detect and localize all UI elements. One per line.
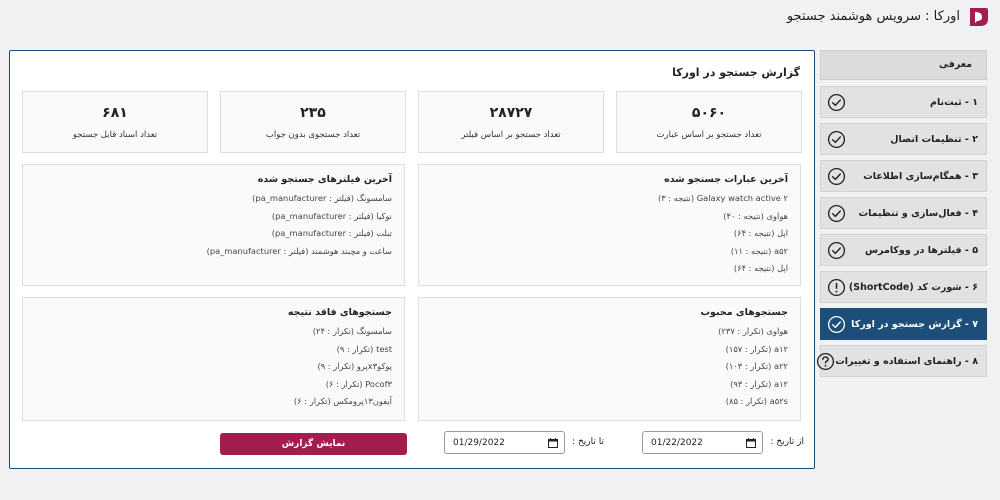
list-item: پوکوx۳پرو (تکرار : ۹)	[317, 361, 392, 371]
to-date-input[interactable]: 01/29/2022	[444, 431, 565, 454]
to-date-value: 01/29/2022	[453, 437, 505, 448]
list-item: آیفون۱۳پرومکس (تکرار : ۶)	[293, 396, 392, 406]
sidebar-item-label: ۱ - ثبت‌نام	[930, 96, 978, 108]
list-item: نوکیا (فیلتر : pa_manufacturer)	[271, 210, 392, 221]
stat-value: ۲۸۷۲۷	[489, 105, 533, 121]
stat-value: ۶۸۱	[102, 105, 128, 121]
calendar-icon[interactable]	[746, 437, 756, 448]
report-panel: گزارش جستجو در اورکا ۵۰۶۰ تعداد جستجو بر…	[9, 50, 815, 469]
stat-value: ۲۳۵	[300, 105, 326, 121]
sidebar-item-label: ۷ - گزارش جستجو در اورکا	[851, 318, 978, 330]
popular-searches-title: جستجوهای محبوب	[700, 307, 788, 318]
latest-phrases-title: آخرین عبارات جستجو شده	[664, 174, 788, 185]
from-date-value: 01/22/2022	[651, 437, 703, 448]
check-circle-icon	[827, 130, 846, 149]
list-item: سامسونگ (تکرار : ۲۴)	[312, 326, 392, 336]
check-circle-icon	[827, 315, 846, 334]
latest-filters-box: آخرین فیلترهای جستجو شده سامسونگ (فیلتر …	[22, 164, 405, 286]
list-item: a۵۲ (نتیجه : ۱۱)	[730, 245, 788, 256]
stat-card-no-result-searches: ۲۳۵ تعداد جستجوی بدون جواب	[220, 91, 406, 153]
calendar-icon[interactable]	[548, 437, 558, 448]
list-item: هواوی (نتیجه : ۴۰)	[723, 210, 788, 221]
list-item: هواوی (تکرار : ۲۳۷)	[718, 326, 788, 336]
sidebar-item-label: ۵ - فیلترها در ووکامرس	[864, 244, 978, 256]
list-item: ساعت و مچبند هوشمند (فیلتر : pa_manufact…	[206, 245, 392, 256]
sidebar-item-label: ۶ - شورت کد (ShortCode)	[848, 281, 978, 293]
list-item: Galaxy watch active ۲ (نتیجه : ۳)	[657, 193, 788, 203]
stat-value: ۵۰۶۰	[691, 105, 727, 121]
sidebar-item-8[interactable]: ۸ - راهنمای استفاده و تغییرات	[817, 345, 987, 377]
sidebar-item-1[interactable]: ۱ - ثبت‌نام	[820, 86, 987, 118]
question-circle-icon	[816, 352, 835, 371]
exclamation-circle-icon	[827, 278, 846, 297]
sidebar-item-label: ۲ - تنظیمات اتصال	[890, 133, 978, 145]
no-result-searches-title: جستجوهای فاقد نتیجه	[287, 307, 392, 318]
sidebar-item-7[interactable]: ۷ - گزارش جستجو در اورکا	[820, 308, 987, 340]
sidebar-item-6[interactable]: ۶ - شورت کد (ShortCode)	[820, 271, 987, 303]
sidebar-item-5[interactable]: ۵ - فیلترها در ووکامرس	[820, 234, 987, 266]
show-report-button[interactable]: نمایش گزارش	[220, 433, 407, 455]
list-item: اپل (نتیجه : ۶۴)	[733, 263, 788, 273]
sidebar-item-3[interactable]: ۳ - همگام‌سازی اطلاعات	[820, 160, 987, 192]
list-item: test (تکرار : ۹)	[336, 343, 392, 354]
stat-label: تعداد اسناد قابل جستجو	[72, 130, 158, 140]
list-item: a۱۲ (تکرار : ۹۳)	[730, 378, 788, 389]
check-circle-icon	[827, 167, 846, 186]
orca-logo-icon	[970, 8, 988, 26]
list-item: a۵۲s (تکرار : ۸۵)	[725, 396, 788, 406]
list-item: Pocof۳ (تکرار : ۶)	[325, 378, 392, 389]
sidebar-header-intro[interactable]: معرفی	[820, 50, 987, 80]
app-title: اورکا : سرویس هوشمند جستجو	[786, 9, 960, 24]
page-title: گزارش جستجو در اورکا	[672, 66, 800, 79]
to-date-label: تا تاریخ :	[572, 437, 604, 447]
check-circle-icon	[827, 204, 846, 223]
no-result-searches-box: جستجوهای فاقد نتیجه سامسونگ (تکرار : ۲۴)…	[22, 297, 405, 421]
check-circle-icon	[827, 241, 846, 260]
stat-label: تعداد جستجو بر اساس عبارت	[656, 130, 762, 140]
sidebar-item-2[interactable]: ۲ - تنظیمات اتصال	[820, 123, 987, 155]
stat-label: تعداد جستجوی بدون جواب	[265, 130, 361, 140]
list-item: اپل (نتیجه : ۶۴)	[733, 228, 788, 238]
list-item: تبلت (فیلتر : pa_manufacturer)	[271, 228, 392, 238]
list-item: سامسونگ (فیلتر : pa_manufacturer)	[252, 193, 392, 203]
stat-card-searchable-documents: ۶۸۱ تعداد اسناد قابل جستجو	[22, 91, 208, 153]
popular-searches-box: جستجوهای محبوب هواوی (تکرار : ۲۳۷) a۱۲ (ت…	[418, 297, 801, 421]
list-item: a۱۲ (تکرار : ۱۵۷)	[725, 343, 788, 354]
from-date-input[interactable]: 01/22/2022	[642, 431, 763, 454]
sidebar-item-4[interactable]: ۴ - فعال‌سازی و تنظیمات	[820, 197, 987, 229]
sidebar: معرفی ۱ - ثبت‌نام ۲ - تنظیمات اتصال ۳ - هم…	[817, 50, 987, 382]
stat-label: تعداد جستجو بر اساس فیلتر	[461, 130, 561, 140]
stat-card-filter-searches: ۲۸۷۲۷ تعداد جستجو بر اساس فیلتر	[418, 91, 604, 153]
list-item: a۲۲ (تکرار : ۱۰۳)	[725, 361, 788, 371]
latest-phrases-box: آخرین عبارات جستجو شده Galaxy watch acti…	[418, 164, 801, 286]
sidebar-item-label: ۸ - راهنمای استفاده و تغییرات	[835, 355, 978, 367]
latest-filters-title: آخرین فیلترهای جستجو شده	[257, 174, 392, 185]
top-bar: اورکا : سرویس هوشمند جستجو	[0, 0, 1000, 40]
from-date-label: از تاریخ :	[770, 437, 804, 447]
check-circle-icon	[827, 93, 846, 112]
sidebar-item-label: ۳ - همگام‌سازی اطلاعات	[863, 170, 978, 182]
sidebar-item-label: ۴ - فعال‌سازی و تنظیمات	[858, 207, 978, 219]
stat-card-phrase-searches: ۵۰۶۰ تعداد جستجو بر اساس عبارت	[616, 91, 802, 153]
